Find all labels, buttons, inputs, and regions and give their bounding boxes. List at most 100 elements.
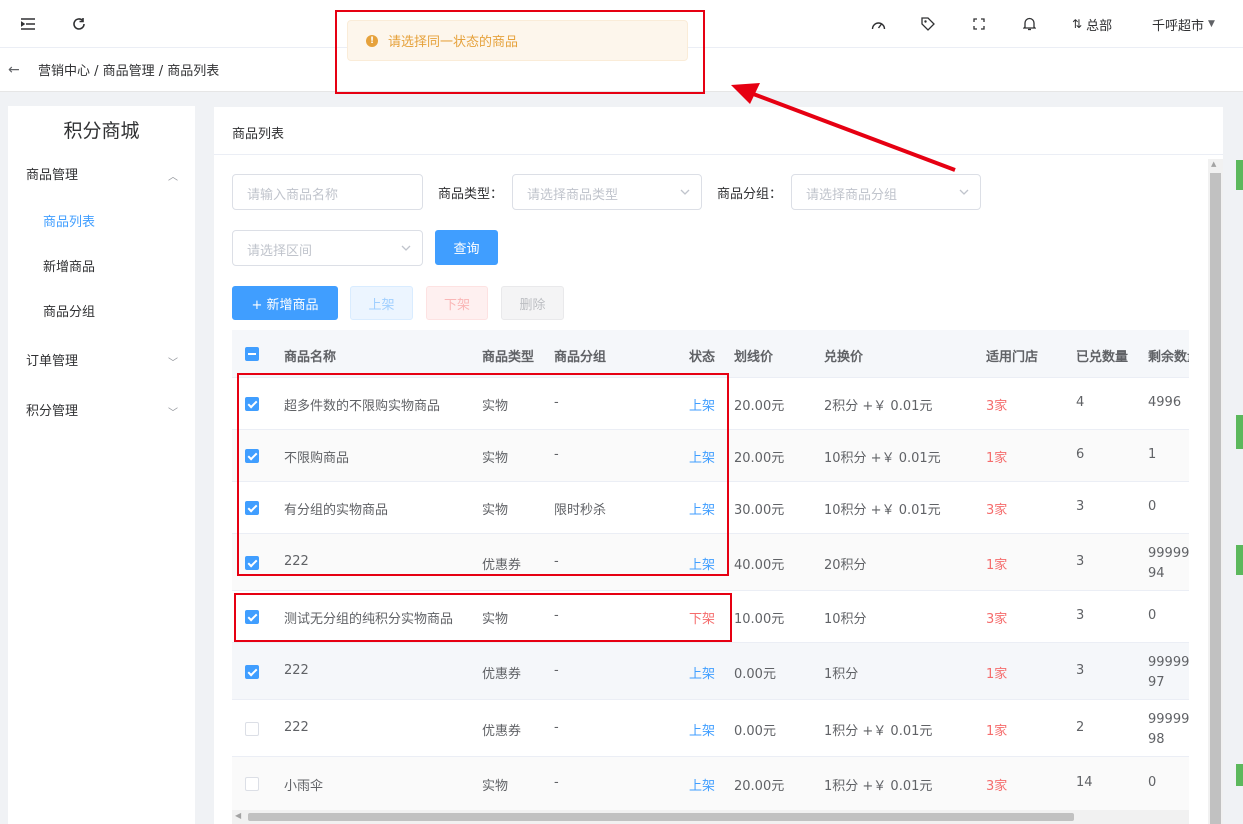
stores-cell[interactable]: 3家 [986,499,1007,518]
toast-message: 请选择同一状态的商品 [388,35,519,50]
chevron-down-icon [680,189,690,195]
side-menu-title: 积分商城 [63,120,140,142]
table-row[interactable]: 测试无分组的纯积分实物商品 实物 - 下架 10.00元 10积分 3家 3 0 [232,591,1189,643]
stores-cell[interactable]: 1家 [986,447,1007,466]
remain-count-cell: 9999994 [1148,546,1189,581]
bell-icon[interactable] [1021,16,1037,32]
put-on-shelf-button[interactable]: 上架 [350,286,413,320]
menu-item-goods-list[interactable]: 商品列表 [43,205,95,235]
fullscreen-icon[interactable] [971,16,987,32]
table-row[interactable]: 不限购商品 实物 - 上架 20.00元 10积分 +￥ 0.01元 1家 6 1 [232,430,1189,482]
stores-cell[interactable]: 1家 [986,720,1007,739]
row-checkbox[interactable] [245,501,259,515]
goods-name-cell: 222 [284,663,309,678]
caret-down-icon: ▼ [1208,19,1215,29]
table-row[interactable]: 有分组的实物商品 实物 限时秒杀 上架 30.00元 10积分 +￥ 0.01元 3家 3 0 [232,482,1189,534]
take-off-shelf-button[interactable]: 下架 [426,286,488,320]
status-cell[interactable]: 上架 [689,395,715,414]
menu-group-goods[interactable]: 商品管理 ︿ [26,158,178,188]
goods-list-card: 商品列表 请输入商品名称 商品类型： 请选择商品类型 商品分组： 请选择商品分组… [214,107,1223,824]
list-price-cell: 10.00元 [734,612,785,627]
sold-count-cell: 14 [1076,775,1093,790]
table-row[interactable]: 小雨伞 实物 - 上架 20.00元 1积分 +￥ 0.01元 3家 14 0 [232,757,1189,811]
menu-group-label: 商品管理 [26,167,79,183]
menu-item-goods-group[interactable]: 商品分组 [43,295,95,325]
remain-count-cell: 4996 [1148,395,1182,410]
remain-count-cell: 0 [1148,775,1157,790]
row-checkbox[interactable] [245,556,259,570]
goods-name-cell: 有分组的实物商品 [284,503,389,518]
edge-marker [1236,160,1243,190]
menu-group-orders[interactable]: 订单管理 ﹀ [26,344,178,374]
row-checkbox[interactable] [245,722,259,736]
goods-group-placeholder: 请选择商品分组 [806,188,898,203]
menu-item-label: 商品分组 [43,304,96,320]
menu-item-add-goods[interactable]: 新增商品 [43,250,95,280]
goods-group-cell: - [554,720,559,735]
row-checkbox[interactable] [245,777,259,791]
row-checkbox[interactable] [245,610,259,624]
add-goods-button[interactable]: + 新增商品 [232,286,338,320]
range-select[interactable]: 请选择区间 [232,230,423,266]
menu-fold-icon[interactable] [20,16,36,32]
vertical-scrollbar[interactable]: ▲ [1208,159,1223,824]
row-checkbox[interactable] [245,665,259,679]
menu-group-points[interactable]: 积分管理 ﹀ [26,394,178,424]
table-row[interactable]: 222 优惠券 - 上架 40.00元 20积分 1家 3 9999994 [232,534,1189,591]
goods-type-cell: 优惠券 [482,724,522,739]
sold-count-cell: 6 [1076,447,1085,462]
goods-group-select[interactable]: 请选择商品分组 [791,174,981,210]
menu-group-label: 订单管理 [26,353,79,369]
scrollbar-thumb[interactable] [1210,173,1221,824]
goods-type-cell: 实物 [482,399,509,414]
horizontal-scrollbar[interactable]: ◀ [232,810,1189,824]
status-cell[interactable]: 上架 [689,447,715,466]
status-cell[interactable]: 上架 [689,663,715,682]
goods-group-cell: - [554,663,559,678]
menu-group-label: 积分管理 [26,403,79,419]
query-button[interactable]: 查询 [435,230,498,265]
refresh-icon[interactable] [71,16,87,32]
row-checkbox[interactable] [245,449,259,463]
dashboard-icon[interactable] [870,16,886,32]
side-menu: 积分商城 商品管理 ︿ 商品列表 新增商品 商品分组 订单管理 ﹀ 积分管理 ﹀ [8,106,195,824]
delete-button[interactable]: 删除 [501,286,564,320]
stores-cell[interactable]: 3家 [986,775,1007,794]
status-cell[interactable]: 上架 [689,775,715,794]
tag-icon[interactable] [920,16,936,32]
stores-cell[interactable]: 1家 [986,554,1007,573]
table-row[interactable]: 超多件数的不限购实物商品 实物 - 上架 20.00元 2积分 +￥ 0.01元 3家 4 49… [232,378,1189,430]
sold-count-cell: 3 [1076,499,1085,514]
branch-switch[interactable]: ⇅ 总部 [1072,14,1112,34]
column-header: 商品名称 [284,350,337,365]
remain-count-cell: 9999997 [1148,655,1189,690]
remain-count-cell: 0 [1148,499,1157,514]
table-row[interactable]: 222 优惠券 - 上架 0.00元 1积分 +￥ 0.01元 1家 2 9999998 [232,700,1189,757]
status-cell[interactable]: 上架 [689,554,715,573]
back-arrow-icon[interactable]: ← [8,62,22,78]
exchange-price-cell: 1积分 +￥ 0.01元 [824,724,933,739]
scrollbar-thumb[interactable] [248,813,1074,821]
status-cell[interactable]: 上架 [689,720,715,739]
stores-cell[interactable]: 3家 [986,608,1007,627]
column-header: 适用门店 [986,350,1039,365]
stores-cell[interactable]: 3家 [986,395,1007,414]
table-row[interactable]: 222 优惠券 - 上架 0.00元 1积分 1家 3 9999997 [232,643,1189,700]
select-all-checkbox[interactable] [245,347,259,361]
store-switch[interactable]: 千呼超市 ▼ [1152,14,1215,34]
goods-type-select[interactable]: 请选择商品类型 [512,174,702,210]
goods-group-cell: 限时秒杀 [554,503,607,518]
status-cell[interactable]: 上架 [689,499,715,518]
card-header: 商品列表 [214,107,1223,155]
list-price-cell: 30.00元 [734,503,785,518]
chevron-down-icon: ﹀ [168,408,178,419]
row-checkbox[interactable] [245,397,259,411]
scroll-up-icon: ▲ [1211,160,1217,168]
stores-cell[interactable]: 1家 [986,663,1007,682]
goods-name-input[interactable]: 请输入商品名称 [232,174,423,210]
sold-count-cell: 4 [1076,395,1085,410]
goods-table: 商品名称 商品类型 商品分组 状态 划线价 兑换价 适用门店 已兑数量 剩余数量… [232,330,1189,824]
sort-icon: ⇅ [1072,17,1083,31]
status-cell[interactable]: 下架 [689,608,715,627]
column-header: 兑换价 [824,350,864,365]
